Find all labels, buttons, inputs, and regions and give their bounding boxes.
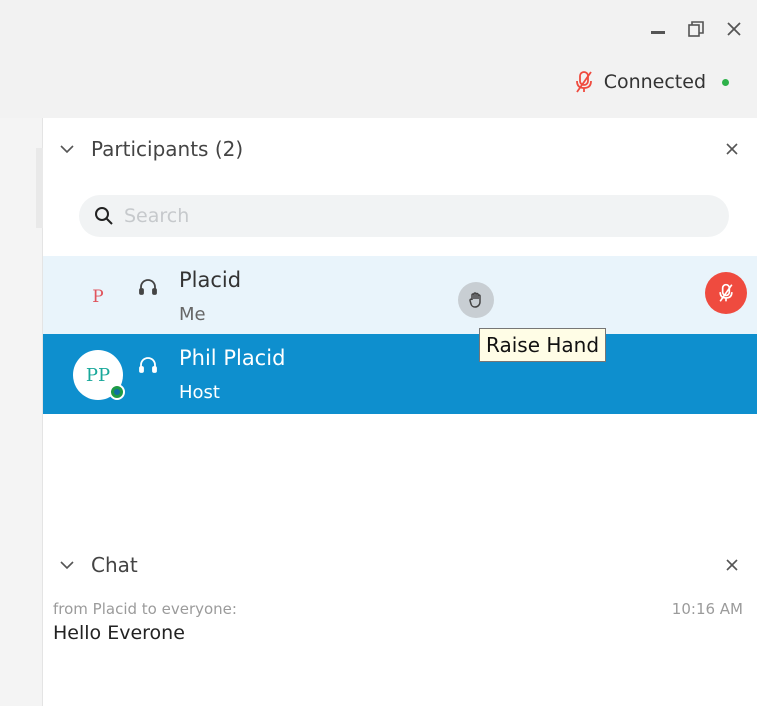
participant-row-me[interactable]: P Placid Me	[43, 256, 757, 336]
participants-close-button[interactable]	[719, 136, 745, 162]
search-icon	[95, 207, 113, 225]
participants-title: Participants (2)	[91, 137, 244, 161]
participant-name: Placid	[179, 268, 242, 292]
headset-icon	[139, 279, 157, 295]
chevron-down-icon[interactable]	[59, 557, 75, 573]
raise-hand-tooltip: Raise Hand	[479, 328, 607, 362]
chat-header[interactable]: Chat	[43, 536, 757, 594]
close-icon	[726, 559, 738, 571]
restore-icon	[688, 21, 704, 37]
chat-message-sender: from Placid to everyone:	[53, 600, 237, 618]
headset-icon	[139, 357, 157, 373]
mic-muted-icon	[575, 71, 592, 93]
chevron-down-icon[interactable]	[59, 141, 75, 157]
chat-message-meta: from Placid to everyone: 10:16 AM	[53, 600, 743, 618]
presence-status-icon	[109, 384, 125, 400]
connection-status-label: Connected	[603, 71, 706, 93]
chat-title: Chat	[91, 553, 138, 577]
participants-header[interactable]: Participants (2)	[43, 120, 757, 178]
window-controls	[643, 14, 749, 44]
chat-close-button[interactable]	[719, 552, 745, 578]
close-icon	[726, 143, 738, 155]
participants-search[interactable]	[79, 195, 729, 237]
mute-toggle-button[interactable]	[705, 272, 747, 314]
raise-hand-button[interactable]	[458, 282, 494, 318]
chat-message-text: Hello Everone	[53, 622, 185, 644]
hand-icon	[469, 292, 481, 308]
minimize-button[interactable]	[643, 14, 673, 44]
connection-status: Connected	[574, 70, 729, 94]
mic-muted-icon	[719, 283, 733, 302]
restore-button[interactable]	[681, 14, 711, 44]
connection-status-dot	[722, 78, 729, 86]
participant-row-host[interactable]: PP Phil Placid Host	[43, 334, 757, 414]
search-input[interactable]	[124, 205, 684, 227]
side-panel: Participants (2) P Placid Me PP	[43, 118, 757, 706]
close-icon	[727, 22, 741, 36]
participant-name: Phil Placid	[179, 346, 286, 370]
participant-role: Me	[179, 304, 206, 325]
close-window-button[interactable]	[719, 14, 749, 44]
avatar: P	[92, 287, 104, 307]
left-strip	[0, 118, 43, 706]
left-strip-divider	[36, 148, 43, 228]
minimize-icon	[651, 31, 665, 34]
participant-role: Host	[179, 382, 220, 403]
chat-message-time: 10:16 AM	[671, 600, 743, 618]
